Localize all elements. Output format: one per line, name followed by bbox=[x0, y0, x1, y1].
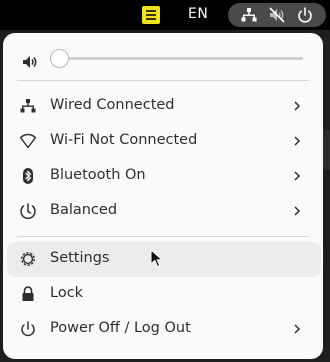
system-status-area[interactable] bbox=[228, 3, 326, 27]
separator bbox=[17, 236, 309, 237]
menu-item-label: Bluetooth On bbox=[50, 167, 146, 183]
menu-item-settings[interactable]: Settings bbox=[7, 242, 321, 277]
chevron-right-icon bbox=[294, 136, 301, 146]
input-language-indicator[interactable]: EN bbox=[188, 6, 208, 22]
background-window-edge bbox=[323, 130, 330, 170]
volume-slider-handle[interactable] bbox=[50, 49, 69, 68]
bluetooth-icon bbox=[23, 168, 33, 184]
menu-item-wired[interactable]: Wired Connected bbox=[7, 89, 321, 124]
menu-item-wifi[interactable]: Wi-Fi Not Connected bbox=[7, 124, 321, 159]
menu-item-bluetooth[interactable]: Bluetooth On bbox=[7, 159, 321, 194]
mouse-pointer bbox=[150, 249, 164, 268]
wifi-icon bbox=[19, 133, 37, 149]
menu-item-lock[interactable]: Lock bbox=[7, 277, 321, 312]
volume-icon bbox=[23, 56, 37, 68]
menu-item-label: Power Off / Log Out bbox=[50, 320, 191, 336]
menu-item-label: Settings bbox=[50, 250, 110, 266]
volume-muted-icon bbox=[269, 7, 285, 23]
menu-item-power-off[interactable]: Power Off / Log Out bbox=[7, 312, 321, 347]
menu-item-power-profile[interactable]: Balanced bbox=[7, 194, 321, 229]
menu-item-label: Wired Connected bbox=[50, 97, 175, 113]
volume-slider[interactable] bbox=[51, 57, 303, 60]
menu-item-label: Wi-Fi Not Connected bbox=[50, 132, 198, 148]
notes-icon[interactable] bbox=[142, 6, 160, 24]
chevron-right-icon bbox=[294, 101, 301, 111]
chevron-right-icon bbox=[294, 324, 301, 334]
menu-item-label: Balanced bbox=[50, 202, 118, 218]
wired-network-icon bbox=[20, 99, 36, 113]
wired-network-icon bbox=[241, 8, 257, 22]
chevron-right-icon bbox=[294, 171, 301, 181]
chevron-right-icon bbox=[294, 206, 301, 216]
system-menu: Wired Connected Wi-Fi Not Connected Blue… bbox=[3, 33, 323, 359]
background-edge bbox=[323, 33, 330, 362]
top-panel: EN bbox=[0, 0, 330, 30]
menu-item-label: Lock bbox=[50, 285, 84, 301]
separator bbox=[17, 80, 309, 81]
power-icon bbox=[21, 321, 35, 337]
power-icon bbox=[298, 7, 312, 23]
power-profile-icon bbox=[20, 203, 36, 220]
gear-icon bbox=[21, 252, 35, 266]
lock-icon bbox=[22, 286, 34, 301]
